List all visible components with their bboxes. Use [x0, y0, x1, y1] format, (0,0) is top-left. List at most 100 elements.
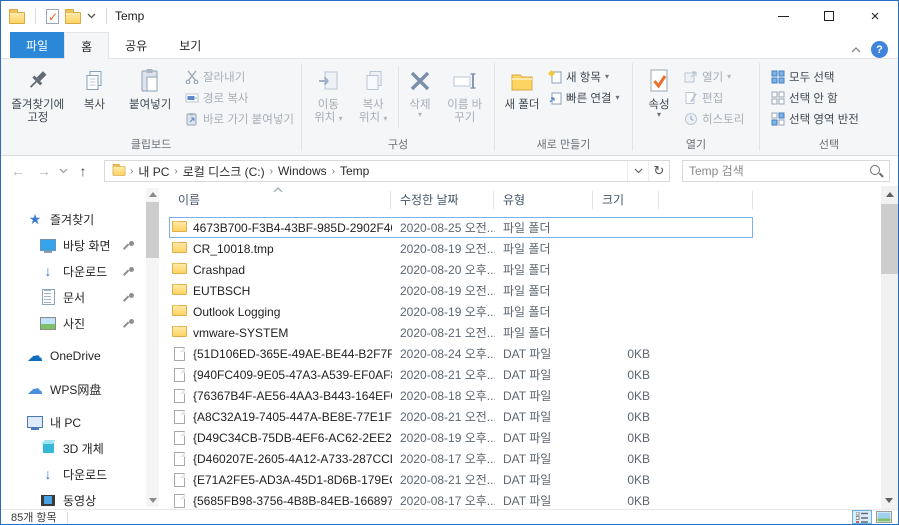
properties-qat-icon[interactable]: [46, 9, 59, 24]
large-icons-view-button[interactable]: [874, 510, 894, 524]
scroll-thumb[interactable]: [881, 204, 898, 274]
dropdown-arrow-icon: ▾: [418, 112, 422, 118]
file-row[interactable]: {A8C32A19-7405-447A-BE8E-77E1F8B...2020-…: [169, 406, 753, 427]
column-header-date[interactable]: 수정한 날짜: [391, 191, 494, 209]
sidebar-scrollbar[interactable]: [146, 188, 159, 507]
column-header-type[interactable]: 유형: [494, 191, 593, 209]
help-button[interactable]: ?: [871, 41, 888, 58]
paste-button[interactable]: 붙여넣기: [118, 63, 182, 115]
select-all-button[interactable]: 모두 선택: [768, 66, 862, 87]
file-icon: [174, 494, 185, 508]
sidebar-item[interactable]: 내 PC: [1, 409, 161, 435]
file-type: DAT 파일: [495, 366, 594, 383]
move-to-button[interactable]: 이동 위치 ▾: [306, 63, 351, 128]
new-folder-qat-icon[interactable]: [65, 12, 81, 24]
column-header-size[interactable]: 크기: [593, 191, 659, 209]
sidebar-scroll-thumb[interactable]: [146, 202, 159, 258]
file-row[interactable]: {D460207E-2605-4A12-A733-287CCD...2020-0…: [169, 448, 753, 469]
file-row[interactable]: CR_10018.tmp2020-08-19 오전...파일 폴더: [169, 238, 753, 259]
details-view-icon: [856, 512, 869, 523]
file-row[interactable]: 4673B700-F3B4-43BF-985D-2902F40E...2020-…: [169, 217, 753, 238]
desktop-icon: [40, 237, 56, 253]
history-clock-icon: [684, 112, 698, 126]
search-icon[interactable]: [869, 164, 883, 178]
paste-shortcut-button[interactable]: 바로 가기 붙여넣기: [182, 108, 297, 129]
ribbon-group-select: 모두 선택 선택 안 함 선택 영역 반전: [760, 59, 898, 155]
tab-file[interactable]: 파일: [10, 32, 64, 58]
history-button[interactable]: 히스토리: [681, 108, 747, 129]
file-type: DAT 파일: [495, 408, 594, 425]
breadcrumb-segment[interactable]: 로컬 디스크 (C:): [179, 163, 269, 180]
address-bar: ← → ↑ › 내 PC › 로컬 디스크 (C:) › Windows › T…: [1, 156, 898, 186]
file-row[interactable]: EUTBSCH2020-08-19 오전...파일 폴더: [169, 280, 753, 301]
new-item-button[interactable]: 새 항목 ▾: [545, 66, 623, 87]
sidebar-item-label: WPS网盘: [50, 381, 101, 398]
scroll-up-icon[interactable]: [149, 192, 157, 197]
file-row[interactable]: {51D106ED-365E-49AE-BE44-B2F7F17...2020-…: [169, 343, 753, 364]
sidebar-item[interactable]: 3D 개체: [1, 435, 161, 461]
search-input[interactable]: [683, 164, 869, 178]
file-row[interactable]: vmware-SYSTEM2020-08-21 오전...파일 폴더: [169, 322, 753, 343]
back-button[interactable]: ←: [7, 163, 29, 179]
file-row[interactable]: {E71A2FE5-AD3A-45D1-8D6B-179ECF...2020-0…: [169, 469, 753, 490]
scroll-down-icon[interactable]: [149, 498, 157, 503]
breadcrumb-segment[interactable]: Temp: [336, 164, 373, 178]
cut-button[interactable]: 잘라내기: [182, 66, 297, 87]
delete-button[interactable]: 삭제 ▾: [401, 63, 440, 121]
copy-to-button[interactable]: 복사 위치 ▾: [351, 63, 396, 128]
column-header-name[interactable]: 이름: [169, 191, 391, 209]
new-folder-button[interactable]: 새 폴더: [499, 63, 545, 115]
minimize-button[interactable]: [760, 1, 806, 31]
sidebar-item-label: 즐겨찾기: [50, 211, 94, 228]
sidebar-item[interactable]: 즐겨찾기: [1, 206, 161, 232]
address-dropdown-icon[interactable]: [627, 161, 648, 181]
invert-selection-button[interactable]: 선택 영역 반전: [768, 108, 862, 129]
breadcrumb-segment[interactable]: Windows: [274, 164, 331, 178]
breadcrumb[interactable]: › 내 PC › 로컬 디스크 (C:) › Windows › Temp ↻: [104, 160, 670, 182]
file-row[interactable]: {5685FB98-3756-4B8B-84EB-166897...2020-0…: [169, 490, 753, 509]
scroll-down-icon[interactable]: [885, 498, 893, 503]
up-button[interactable]: ↑: [72, 163, 94, 179]
edit-button[interactable]: 편집: [681, 87, 747, 108]
tab-view[interactable]: 보기: [163, 32, 217, 58]
sidebar-item[interactable]: 바탕 화면: [1, 232, 161, 258]
details-view-button[interactable]: [852, 510, 872, 524]
dropdown-arrow-icon: ▾: [383, 114, 387, 123]
scroll-up-icon[interactable]: [886, 192, 894, 197]
copy-path-button[interactable]: 경로 복사: [182, 87, 297, 108]
recent-locations-dropdown-icon[interactable]: [59, 168, 68, 174]
sidebar-item[interactable]: 문서: [1, 284, 161, 310]
copy-button[interactable]: 복사: [71, 63, 119, 115]
properties-button[interactable]: 속성 ▾: [637, 63, 681, 121]
sidebar-item[interactable]: 동영상: [1, 487, 161, 509]
sidebar-item[interactable]: 다운로드: [1, 258, 161, 284]
dropdown-arrow-icon: ▾: [727, 74, 731, 80]
sidebar-item[interactable]: OneDrive: [1, 343, 161, 369]
file-row[interactable]: {76367B4F-AE56-4AA3-B443-164EF0A...2020-…: [169, 385, 753, 406]
file-row[interactable]: {940FC409-9E05-47A3-A539-EF0AF82...2020-…: [169, 364, 753, 385]
open-button[interactable]: 열기 ▾: [681, 66, 747, 87]
tab-share[interactable]: 공유: [109, 32, 163, 58]
easy-access-button[interactable]: 빠른 연결 ▾: [545, 87, 623, 108]
sidebar-item[interactable]: 다운로드: [1, 461, 161, 487]
refresh-icon[interactable]: ↻: [648, 161, 669, 181]
tab-home[interactable]: 홈: [64, 32, 109, 59]
forward-button[interactable]: →: [33, 163, 55, 179]
vertical-scrollbar[interactable]: [881, 186, 898, 509]
pin-to-quick-access-button[interactable]: 즐겨찾기에 고정: [5, 63, 71, 128]
close-button[interactable]: ×: [852, 1, 898, 31]
dropdown-arrow-icon: ▾: [657, 112, 661, 118]
file-row[interactable]: {D49C34CB-75DB-4EF6-AC62-2EE2228...2020-…: [169, 427, 753, 448]
sidebar-item[interactable]: WPS网盘: [1, 376, 161, 402]
file-row[interactable]: Crashpad2020-08-20 오후...파일 폴더: [169, 259, 753, 280]
file-name: Outlook Logging: [193, 305, 280, 319]
rename-button[interactable]: 이름 바꾸기: [439, 63, 490, 128]
breadcrumb-segment[interactable]: 내 PC: [134, 163, 173, 180]
file-type: DAT 파일: [495, 450, 594, 467]
qat-customize-dropdown-icon[interactable]: [87, 13, 96, 19]
maximize-button[interactable]: [806, 1, 852, 31]
file-row[interactable]: Outlook Logging2020-08-19 오후...파일 폴더: [169, 301, 753, 322]
select-none-button[interactable]: 선택 안 함: [768, 87, 862, 108]
sidebar-item[interactable]: 사진: [1, 310, 161, 336]
collapse-ribbon-icon[interactable]: [851, 47, 861, 53]
